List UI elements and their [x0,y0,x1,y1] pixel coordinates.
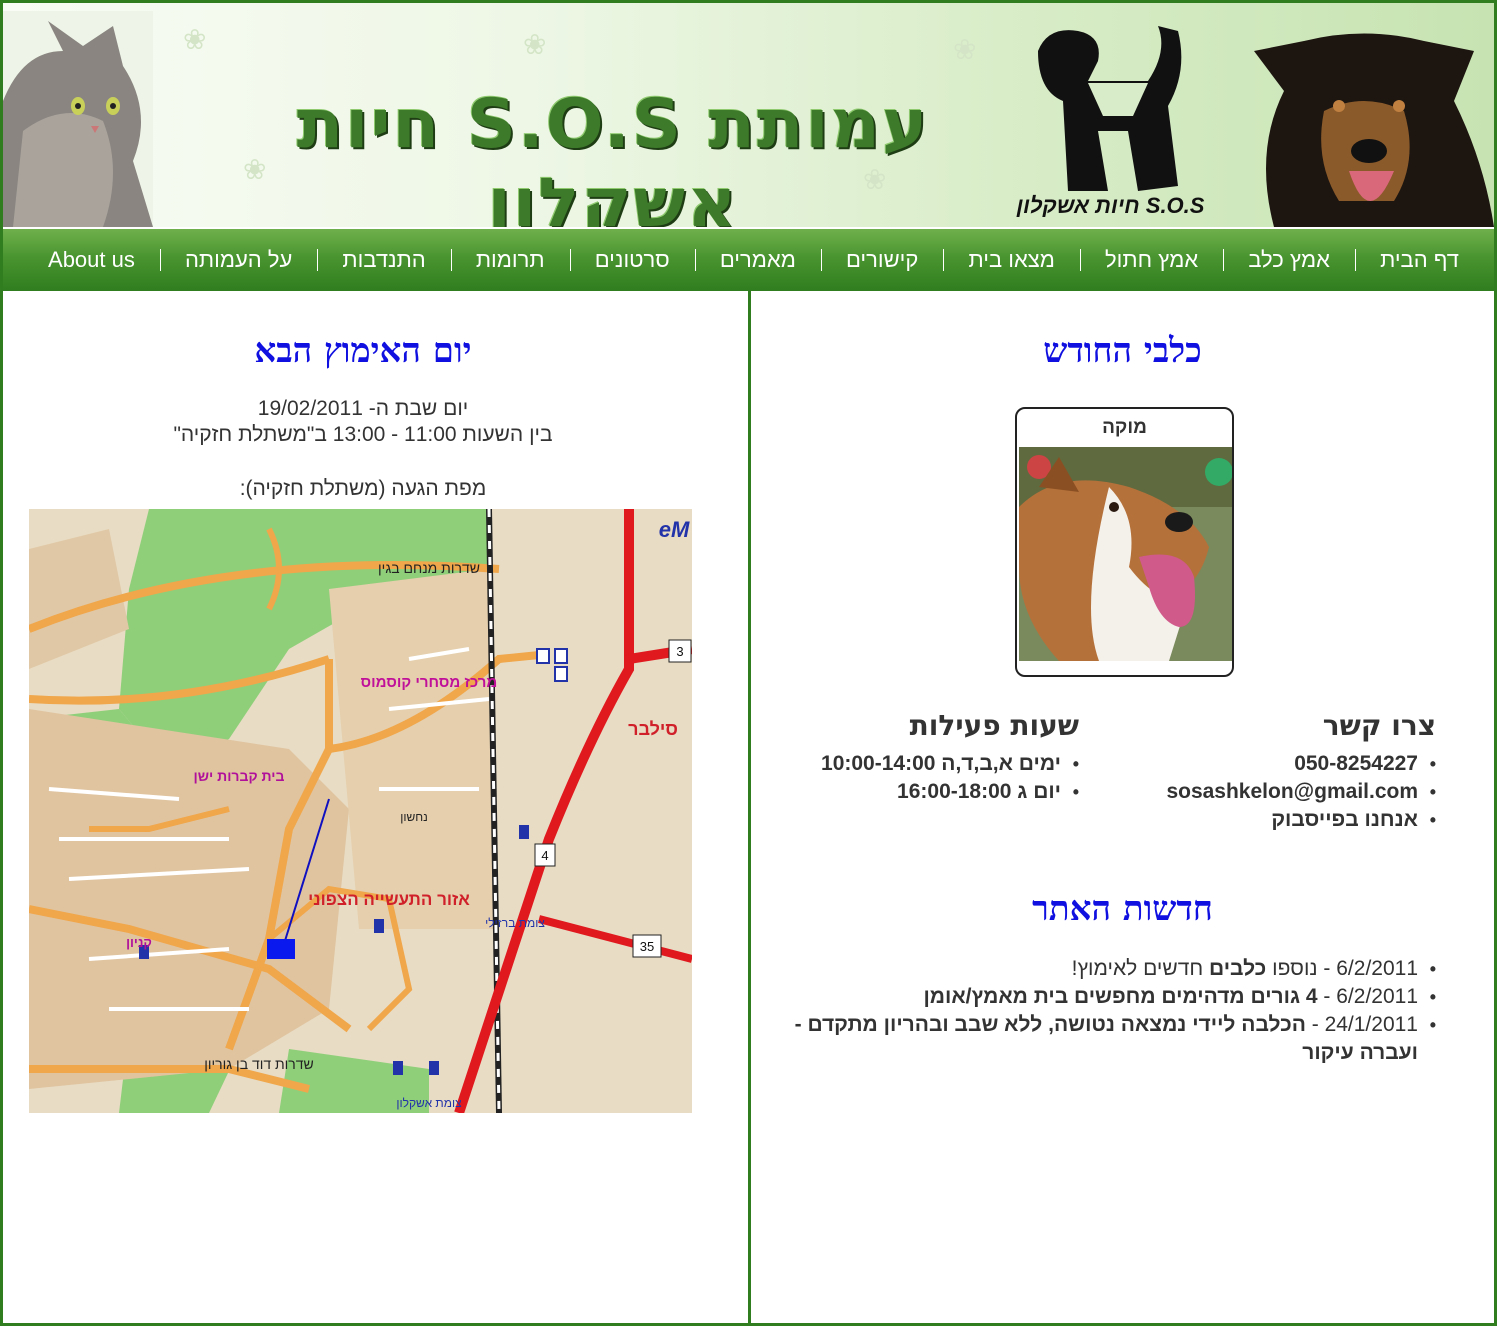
contact-phone[interactable]: 050-8254227 [1126,750,1436,778]
news-sep: - [1317,957,1337,980]
nav-articles[interactable]: מאמרים [695,246,821,274]
site-news-title: חדשות האתר [1032,889,1213,929]
adoption-date: יום שבת ה- 19/02/2011 [257,397,469,420]
paw-icon: ❀ [243,154,267,185]
nav-adopt-cat[interactable]: אמץ חתול [1080,246,1223,274]
directions-map[interactable]: 3 4 35 שדרות מנחם בגין מרכז מסחרי קוסמוס… [29,509,692,1113]
news-item[interactable]: 6/2/2011 - נוספו כלבים חדשים לאימוץ! [766,955,1436,983]
nav-about-us[interactable]: About us [23,246,160,274]
site-title: עמותת S.O.S חיות אשקלון [296,85,930,227]
contact-title: צרו קשר [1322,709,1436,742]
news-list: 6/2/2011 - נוספו כלבים חדשים לאימוץ! 6/2… [766,955,1436,1067]
nav-volunteer[interactable]: התנדבות [317,246,450,274]
page: ❀ ❀ ❀ ❀ ❀ עמותת S.O.S חיות אשקלון S.O.S … [0,0,1497,1326]
hours-section: שעות פעילות ימים א,ב,ד,ה 10:00-14:00 יום… [779,709,1079,806]
route-4-label: 4 [541,848,548,863]
dogs-of-month-title: כלבי החודש [1043,331,1202,371]
news-item[interactable]: 24/1/2011 - הכלבה ליידי נמצאה נטושה, ללא… [766,1011,1436,1067]
building-icon [536,648,550,664]
contact-section: צרו קשר 050-8254227 sosashkelon@gmail.co… [1126,709,1436,834]
news-sep: - [1317,985,1337,1008]
fuel-icon [519,825,529,839]
nav-home[interactable]: דף הבית [1355,246,1484,274]
header-banner: ❀ ❀ ❀ ❀ ❀ עמותת S.O.S חיות אשקלון S.O.S … [3,3,1494,227]
map-label-barzilai: צומת ברזילי [485,916,545,930]
paw-icon: ❀ [523,29,547,60]
adoption-day-title: יום האימוץ הבא [254,331,472,371]
news-date: 6/2/2011 [1336,985,1418,1008]
news-text: נוספו [1266,957,1318,980]
nav-donations[interactable]: תרומות [451,246,570,274]
nav-links[interactable]: קישורים [821,246,943,274]
news-date: 24/1/2011 [1324,1013,1418,1036]
nav-adopt-dog[interactable]: אמץ כלב [1223,246,1355,274]
news-sep: - [1305,1013,1325,1036]
route-35-label: 35 [640,939,654,954]
destination-marker-icon [267,939,295,959]
news-bold: 4 גורים מדהימים מחפשים בית מאמץ/אומן [923,985,1318,1008]
news-text: חדשים לאימוץ! [1071,957,1209,980]
map-label-cosmos: מרכז מסחרי קוסמוס [361,674,498,691]
map-label-silver: סילבר [628,719,678,739]
building-icon [554,648,568,664]
news-bold: כלבים [1209,957,1267,980]
map-caption: מפת הגעה (משתלת חזקיה): [239,477,487,500]
adoption-hours: בין השעות 11:00 - 13:00 ב"משתלת חזקיה" [173,423,553,446]
fuel-icon [374,919,384,933]
main-nav: דף הבית אמץ כלב אמץ חתול מצאו בית קישורי… [3,229,1494,291]
contact-email[interactable]: sosashkelon@gmail.com [1126,778,1436,806]
paw-icon: ❀ [183,24,207,55]
nav-found-home[interactable]: מצאו בית [944,246,1080,274]
map-label-ashkelon-junction: צומת אשקלון [396,1096,462,1110]
right-column: כלבי החודש מוקה צרו קשר 050-8254227 sos [751,291,1494,1326]
nav-about-org[interactable]: על העמותה [160,246,317,274]
contact-facebook-link[interactable]: אנחנו בפייסבוק [1126,806,1436,834]
fuel-icon [393,1061,403,1075]
news-date: 6/2/2011 [1336,957,1418,980]
left-column: יום האימוץ הבא יום שבת ה- 19/02/2011 בין… [3,291,748,1326]
hours-item: יום ג 16:00-18:00 [779,778,1079,806]
map-label-nahshon: נחשון [400,810,428,824]
map-brand-label: eM [659,517,690,542]
hours-title: שעות פעילות [909,709,1079,742]
logo-text: S.O.S חיות אשקלון [1016,193,1205,218]
map-label-industrial: אזור התעשייה הצפוני [308,890,470,909]
building-icon [554,666,568,682]
dog-of-month-card[interactable]: מוקה [1015,407,1234,677]
map-label-kanyon: קניון [126,935,152,950]
map-label-ben-gurion: שדרות דוד בן גוריון [204,1056,314,1072]
map-label-begin: שדרות מנחם בגין [378,560,480,576]
fuel-icon [429,1061,439,1075]
map-label-cemetery: בית קברות ישן [194,768,285,784]
dog-name: מוקה [1102,417,1147,438]
news-item[interactable]: 6/2/2011 - 4 גורים מדהימים מחפשים בית מא… [766,983,1436,1011]
cat-photo [3,11,153,227]
hours-item: ימים א,ב,ד,ה 10:00-14:00 [779,750,1079,778]
route-3-label: 3 [676,644,683,659]
dog-of-month-photo[interactable] [1019,447,1232,661]
paw-icon: ❀ [953,34,977,65]
dog-photo [1254,33,1494,227]
nav-videos[interactable]: סרטונים [570,246,695,274]
